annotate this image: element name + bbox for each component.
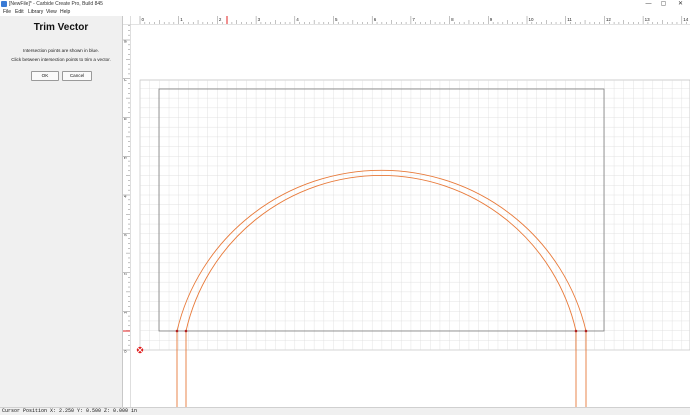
menu-view[interactable]: View bbox=[46, 9, 57, 16]
canvas-svg: 0 1 2 3 4 5 6 7 8 9 10 11 12 13 14 876543210 bbox=[123, 16, 690, 407]
menu-bar: File Edit Library View Help bbox=[0, 9, 690, 16]
menu-help[interactable]: Help bbox=[60, 9, 70, 16]
top-ruler-label: 14 bbox=[683, 17, 689, 22]
top-ruler-label: 11 bbox=[567, 17, 572, 22]
close-button[interactable]: ✕ bbox=[674, 0, 687, 9]
ok-button[interactable]: OK bbox=[31, 71, 59, 81]
instruction-text-1: Intersection points are shown in blue. bbox=[23, 48, 99, 53]
title-bar: [NewFile]* - Carbide Create Pro, Build 8… bbox=[0, 0, 690, 9]
menu-file[interactable]: File bbox=[3, 9, 11, 16]
maximize-button[interactable]: ▢ bbox=[657, 0, 670, 9]
workspace bbox=[139, 79, 690, 351]
left-ruler bbox=[123, 16, 130, 407]
app-icon bbox=[1, 1, 7, 7]
intersection-point bbox=[184, 329, 188, 333]
intersection-point bbox=[175, 329, 179, 333]
cancel-button[interactable]: Cancel bbox=[62, 71, 92, 81]
menu-library[interactable]: Library bbox=[28, 9, 43, 16]
design-canvas[interactable]: 0 1 2 3 4 5 6 7 8 9 10 11 12 13 14 876543210 bbox=[123, 16, 690, 407]
intersection-point bbox=[584, 329, 588, 333]
panel-title: Trim Vector bbox=[33, 22, 89, 33]
minimize-button[interactable]: — bbox=[642, 0, 655, 9]
menu-edit[interactable]: Edit bbox=[15, 9, 24, 16]
window-title: [NewFile]* - Carbide Create Pro, Build 8… bbox=[9, 1, 103, 7]
origin-marker bbox=[136, 346, 144, 354]
instruction-text-2: Click between intersection points to tri… bbox=[11, 57, 111, 62]
top-ruler-label: 13 bbox=[645, 17, 651, 22]
top-ruler-label: 12 bbox=[606, 17, 612, 22]
top-ruler-label: 10 bbox=[529, 17, 535, 22]
intersection-point bbox=[574, 329, 578, 333]
tool-panel: Trim Vector Intersection points are show… bbox=[0, 16, 123, 407]
